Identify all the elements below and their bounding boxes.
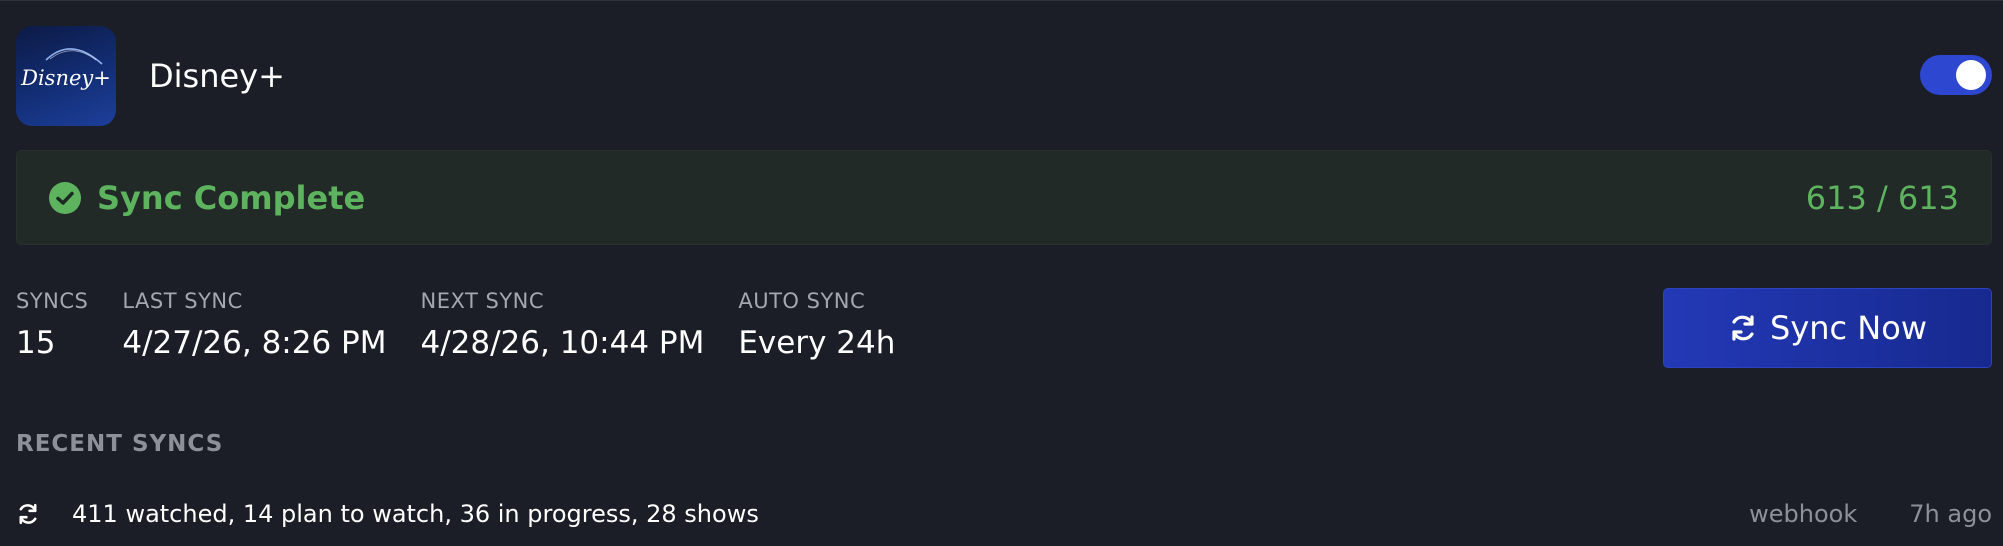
stat-value: 4/28/26, 10:44 PM (420, 325, 705, 361)
sync-status-title: Sync Complete (97, 178, 366, 217)
sync-now-label: Sync Now (1770, 309, 1927, 347)
recent-sync-time: 7h ago (1909, 500, 1992, 528)
stat-label: NEXT SYNC (420, 289, 545, 313)
stat-syncs: SYNCS 15 (16, 289, 88, 361)
stat-next-sync: NEXT SYNC 4/28/26, 10:44 PM (421, 289, 705, 361)
service-header: Disney+ Disney+ (16, 25, 1992, 127)
refresh-icon (1728, 313, 1758, 343)
stat-value: 4/27/26, 8:26 PM (122, 325, 387, 361)
stat-last-sync: LAST SYNC 4/27/26, 8:26 PM (122, 289, 386, 361)
stat-auto-sync: AUTO SYNC Every 24h (738, 289, 895, 361)
sync-stats: SYNCS 15 LAST SYNC 4/27/26, 8:26 PM NEXT… (16, 289, 929, 361)
toggle-knob (1956, 60, 1986, 90)
sync-now-button[interactable]: Sync Now (1663, 288, 1992, 368)
recent-sync-summary: 411 watched, 14 plan to watch, 36 in pro… (72, 500, 759, 528)
stat-label: SYNCS (16, 289, 89, 313)
stat-label: LAST SYNC (122, 289, 243, 313)
sync-status-banner: Sync Complete 613 / 613 (16, 150, 1992, 245)
sync-progress-count: 613 / 613 (1805, 178, 1959, 217)
recent-sync-row: 411 watched, 14 plan to watch, 36 in pro… (16, 496, 1992, 532)
recent-sync-source: webhook (1749, 500, 1858, 528)
service-name: Disney+ (149, 57, 285, 95)
disney-plus-logo: Disney+ (16, 26, 116, 126)
service-card: Disney+ Disney+ Sync Complete 613 / 613 … (0, 0, 2003, 546)
check-circle-icon (49, 181, 81, 214)
stat-value: 15 (16, 325, 56, 361)
refresh-icon (16, 502, 48, 526)
recent-syncs-title: RECENT SYNCS (16, 431, 224, 457)
stat-value: Every 24h (738, 325, 896, 361)
svg-text:Disney+: Disney+ (20, 66, 111, 90)
service-enabled-toggle[interactable] (1920, 55, 1992, 95)
stat-label: AUTO SYNC (738, 289, 866, 313)
